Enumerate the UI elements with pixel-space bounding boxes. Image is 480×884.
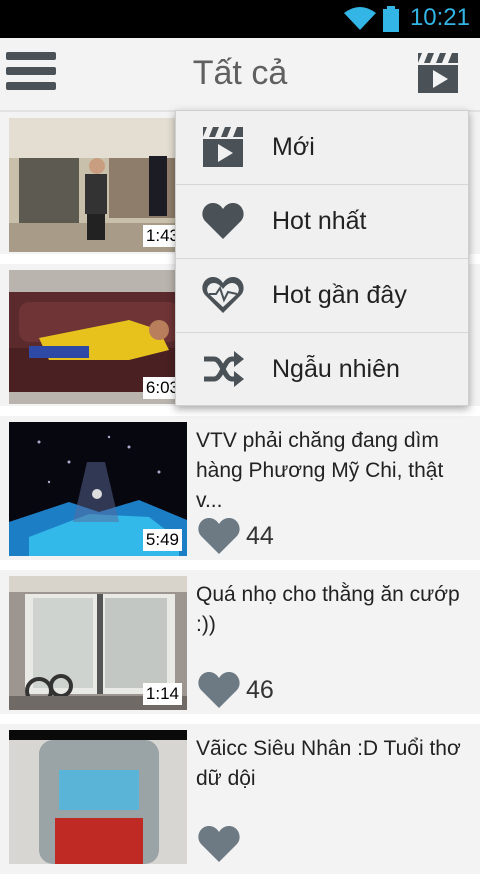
heart-icon[interactable]	[198, 517, 240, 555]
battery-icon	[383, 6, 399, 32]
menu-item-recent-hot[interactable]: Hot gần đây	[176, 259, 468, 333]
menu-item-new[interactable]: Mới	[176, 111, 468, 185]
action-bar: Tất cả	[0, 38, 480, 112]
likes	[198, 824, 240, 864]
menu-item-label: Mới	[272, 133, 315, 161]
menu-item-label: Hot nhất	[272, 207, 367, 235]
list-item[interactable]: 1:14 Quá nhọ cho thằng ăn cướp :)) 46	[0, 570, 480, 714]
heart-icon[interactable]	[198, 671, 240, 709]
page-title: Tất cả	[192, 54, 288, 92]
heart-icon	[202, 203, 244, 239]
like-count: 46	[246, 675, 274, 704]
status-bar: 10:21	[0, 0, 480, 38]
menu-item-hottest[interactable]: Hot nhất	[176, 185, 468, 259]
likes: 44	[198, 516, 274, 556]
video-duration: 5:49	[142, 529, 182, 551]
list-item[interactable]: Vãicc Siêu Nhân :D Tuổi thơ dữ dội	[0, 724, 480, 874]
video-title[interactable]: VTV phải chăng đang dìm hàng Phương Mỹ C…	[196, 426, 474, 516]
heart-outline-icon	[202, 277, 244, 313]
menu-item-random[interactable]: Ngẫu nhiên	[176, 333, 468, 406]
wifi-icon	[344, 7, 376, 30]
menu-item-label: Hot gần đây	[272, 281, 407, 309]
video-thumbnail[interactable]: 1:14	[9, 576, 187, 710]
like-count: 44	[246, 521, 274, 550]
video-thumbnail[interactable]: 1:43	[9, 118, 187, 252]
clapperboard-icon[interactable]	[418, 53, 458, 93]
status-time: 10:21	[409, 4, 470, 31]
clapperboard-icon	[203, 127, 243, 167]
video-thumbnail[interactable]: 6:03	[9, 270, 187, 404]
video-title[interactable]: Quá nhọ cho thằng ăn cướp :))	[196, 580, 474, 640]
filter-dropdown-menu: Mới Hot nhất Hot gần đây Ngẫu nhiên	[175, 110, 469, 406]
heart-icon[interactable]	[198, 825, 240, 863]
video-thumbnail[interactable]: 5:49	[9, 422, 187, 556]
video-thumbnail[interactable]	[9, 730, 187, 864]
shuffle-icon	[204, 351, 244, 387]
video-title[interactable]: Vãicc Siêu Nhân :D Tuổi thơ dữ dội	[196, 734, 474, 794]
list-item[interactable]: 5:49 VTV phải chăng đang dìm hàng Phương…	[0, 416, 480, 560]
video-duration: 1:14	[142, 683, 182, 705]
menu-item-label: Ngẫu nhiên	[272, 355, 400, 383]
likes: 46	[198, 670, 274, 710]
